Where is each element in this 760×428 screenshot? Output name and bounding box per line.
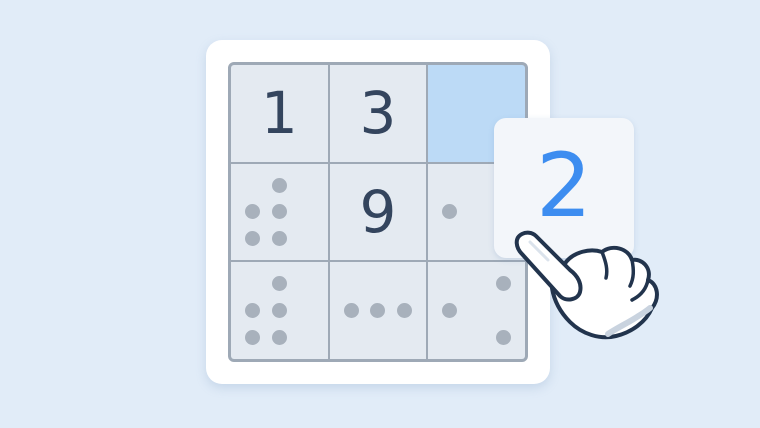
note-slot	[338, 297, 365, 324]
note-slot	[266, 324, 293, 351]
note-dot	[271, 330, 287, 346]
note-slot	[365, 297, 392, 324]
note-dot	[271, 204, 287, 220]
note-slot	[436, 297, 463, 324]
cell-digit: 9	[359, 177, 397, 246]
note-slot	[266, 199, 293, 226]
note-slot	[239, 172, 266, 199]
note-slot	[463, 225, 490, 252]
note-slot	[463, 172, 490, 199]
picker-digit: 2	[536, 134, 592, 237]
cell-digit: 3	[359, 79, 397, 148]
note-dot	[271, 303, 287, 319]
cell-notes	[239, 172, 320, 253]
note-slot	[463, 270, 490, 297]
note-slot	[293, 172, 320, 199]
note-dot	[244, 231, 260, 247]
cell-notes	[338, 270, 419, 351]
note-dot	[271, 177, 287, 193]
note-dot	[442, 303, 458, 319]
sudoku-cell[interactable]	[329, 262, 427, 359]
note-slot	[338, 270, 365, 297]
note-slot	[463, 297, 490, 324]
sudoku-cell[interactable]	[231, 163, 328, 261]
note-slot	[266, 172, 293, 199]
note-slot	[436, 324, 463, 351]
note-slot	[436, 270, 463, 297]
note-slot	[266, 297, 293, 324]
note-dot	[271, 276, 287, 292]
pointing-hand-icon	[514, 230, 659, 340]
note-slot	[266, 270, 293, 297]
note-slot	[463, 324, 490, 351]
note-slot	[293, 324, 320, 351]
note-slot	[436, 199, 463, 226]
note-dot	[343, 303, 359, 319]
note-dot	[271, 231, 287, 247]
note-slot	[293, 199, 320, 226]
note-dot	[442, 204, 458, 220]
note-slot	[239, 297, 266, 324]
note-slot	[239, 225, 266, 252]
cell-digit: 1	[260, 79, 298, 148]
note-slot	[463, 199, 490, 226]
note-slot	[239, 199, 266, 226]
note-dot	[397, 303, 413, 319]
note-slot	[391, 297, 418, 324]
note-slot	[266, 225, 293, 252]
cell-notes	[239, 270, 320, 351]
note-slot	[436, 172, 463, 199]
cell-notes	[436, 270, 517, 351]
note-slot	[239, 270, 266, 297]
sudoku-grid: 13 9	[228, 62, 528, 362]
sudoku-cell[interactable]: 1	[231, 65, 328, 162]
note-slot	[391, 324, 418, 351]
note-slot	[391, 270, 418, 297]
note-slot	[239, 324, 266, 351]
sudoku-cell[interactable]: 3	[329, 65, 427, 162]
note-slot	[338, 324, 365, 351]
note-slot	[365, 270, 392, 297]
note-dot	[370, 303, 386, 319]
note-slot	[293, 225, 320, 252]
note-dot	[244, 330, 260, 346]
sudoku-cell[interactable]: 9	[329, 163, 427, 261]
note-slot	[293, 270, 320, 297]
sudoku-cell[interactable]	[231, 262, 328, 359]
note-slot	[293, 297, 320, 324]
note-slot	[436, 225, 463, 252]
note-dot	[244, 303, 260, 319]
note-dot	[244, 204, 260, 220]
note-slot	[365, 324, 392, 351]
